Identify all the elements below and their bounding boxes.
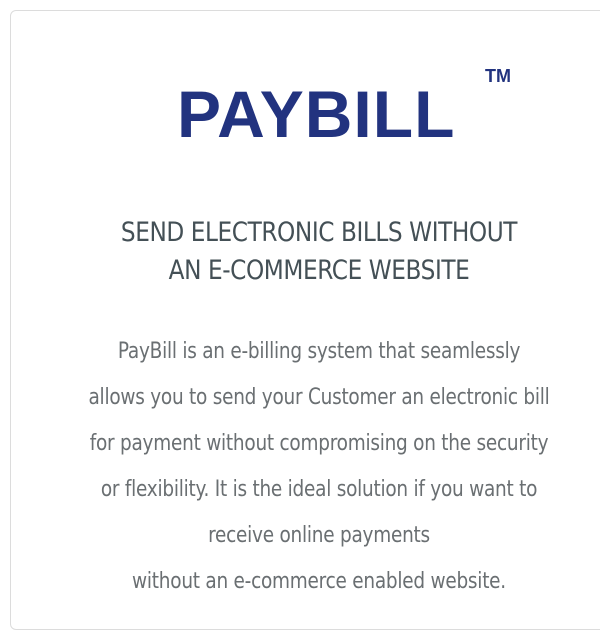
paybill-logo: PAYBILL TM	[11, 67, 600, 157]
headline-line: SEND ELECTRONIC BILLS WITHOUT	[120, 217, 518, 248]
description-line: PayBill is an e-billing system that seam…	[117, 339, 521, 364]
headline-line: AN E-COMMERCE WEBSITE	[168, 255, 470, 286]
feature-card: PAYBILL TM SEND ELECTRONIC BILLS WITHOUT…	[10, 10, 600, 630]
description-line: for payment without compromising on the …	[89, 431, 549, 456]
headline: SEND ELECTRONIC BILLS WITHOUT AN E-COMME…	[54, 214, 584, 290]
description: PayBill is an e-billing system that seam…	[60, 329, 577, 605]
logo-text: PAYBILL	[177, 77, 456, 151]
description-line: allows you to send your Customer an elec…	[88, 385, 550, 410]
description-line: receive online payments	[208, 523, 430, 548]
description-line: without an e-commerce enabled website.	[132, 569, 506, 594]
description-line: or flexibility. It is the ideal solution…	[100, 477, 538, 502]
trademark-symbol: TM	[485, 66, 511, 86]
